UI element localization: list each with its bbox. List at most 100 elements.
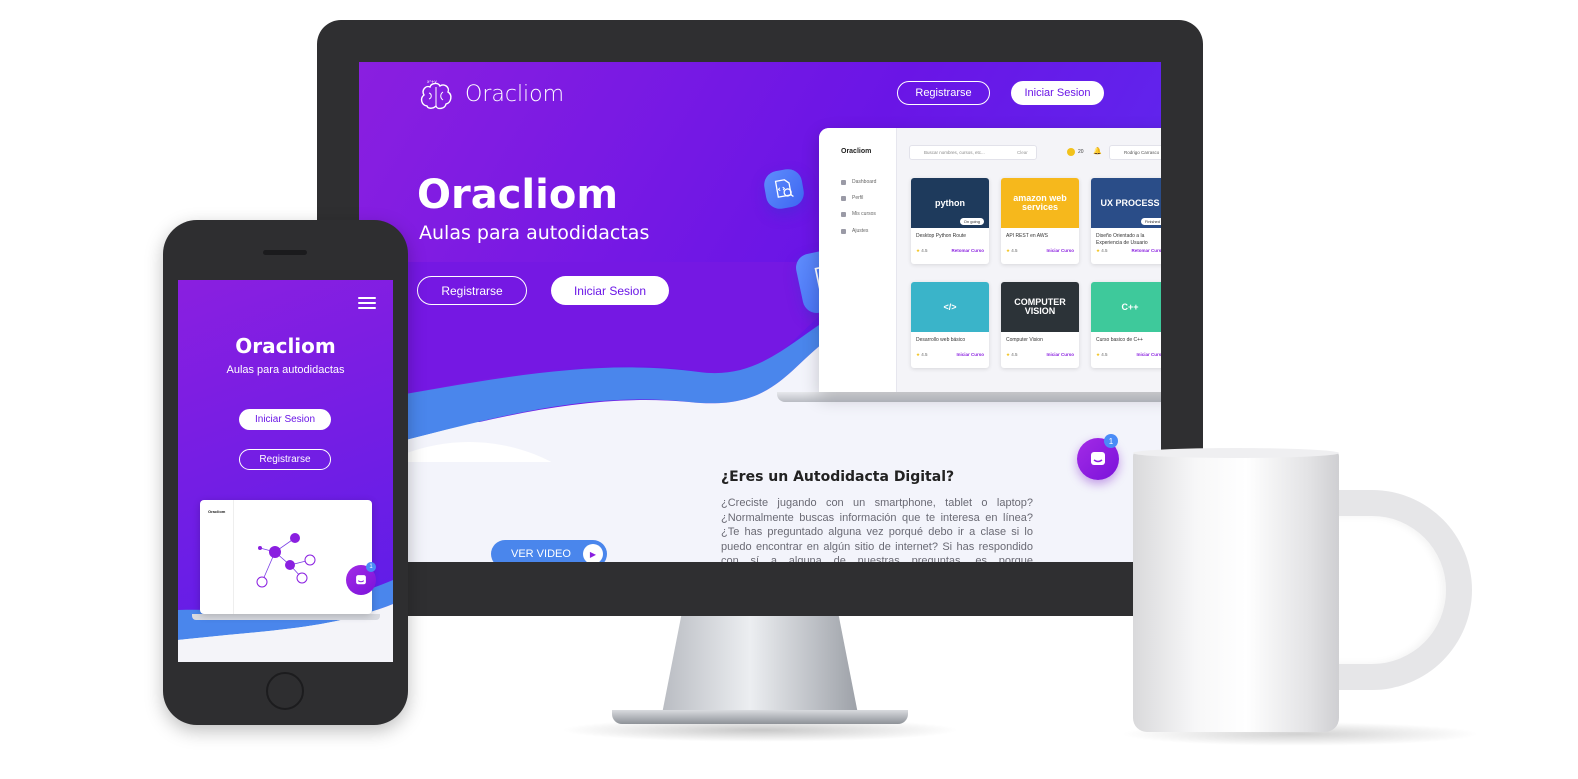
mug-body — [1133, 452, 1339, 732]
laptop-base — [777, 392, 1161, 402]
course-status-badge: On going — [959, 218, 984, 225]
hero-login-button[interactable]: Iniciar Sesion — [551, 276, 669, 305]
mobile-register-button[interactable]: Registrarse — [239, 449, 331, 470]
course-card[interactable]: C++ Curso basico de C++ ★ 4.5 Iniciar Curso — [1091, 282, 1161, 368]
mug-handle — [1318, 490, 1472, 690]
chat-icon — [1091, 452, 1105, 465]
sidebar-item-label: Perfil — [852, 195, 864, 201]
course-thumbnail: C++ — [1091, 282, 1161, 332]
course-action-link[interactable]: Iniciar Curso — [1046, 248, 1074, 254]
course-thumbnail: amazon web services — [1001, 178, 1079, 228]
phone-speaker — [263, 250, 307, 255]
hero-title: Oracliom — [417, 172, 619, 218]
course-action-link[interactable]: Retomar Curso — [1131, 248, 1161, 254]
course-rating: ★ 4.5 — [1006, 352, 1018, 358]
hamburger-menu-icon[interactable] — [358, 297, 376, 309]
desktop-screen: x²+y Oracliom Registrarse Iniciar Sesion… — [359, 62, 1161, 562]
course-footer: ★ 4.5 Retomar Curso — [911, 248, 989, 254]
course-rating: ★ 4.5 — [1096, 248, 1108, 254]
course-title: Desarrollo web básico — [916, 337, 966, 343]
svg-text:x²+y: x²+y — [427, 79, 437, 84]
course-rating-value: 4.5 — [921, 352, 928, 357]
course-title: Computer Vision — [1006, 337, 1043, 343]
monitor-frame: x²+y Oracliom Registrarse Iniciar Sesion… — [317, 20, 1203, 616]
app-preview-brand: Oracliom — [841, 148, 872, 155]
bell-icon[interactable]: 🔔 — [1093, 147, 1102, 155]
play-icon: ▶ — [583, 544, 603, 562]
video-button-label: VER VIDEO — [511, 548, 571, 560]
course-title: Curso basico de C++ — [1096, 337, 1143, 343]
course-card[interactable]: amazon web services API REST en AWS ★ 4.5 I… — [1001, 178, 1079, 264]
course-rating-value: 4.5 — [1011, 352, 1018, 357]
course-card[interactable]: COMPUTER VISION Computer Vision ★ 4.5 Inici… — [1001, 282, 1079, 368]
course-status-badge: Finished — [1140, 218, 1161, 225]
course-action-link[interactable]: Retomar Curso — [951, 248, 984, 254]
course-rating-value: 4.5 — [921, 248, 928, 253]
mobile-subtitle: Aulas para autodidactas — [226, 364, 345, 376]
video-button[interactable]: VER VIDEO ▶ — [491, 540, 607, 562]
course-thumbnail: </> — [911, 282, 989, 332]
brand-name: Oracliom — [465, 82, 565, 107]
course-action-link[interactable]: Iniciar Curso — [1136, 352, 1161, 358]
course-title: API REST en AWS — [1006, 233, 1048, 239]
course-action-link[interactable]: Iniciar Curso — [956, 352, 984, 358]
hero-register-button[interactable]: Registrarse — [417, 276, 527, 305]
course-footer: ★ 4.5 Iniciar Curso — [1001, 248, 1079, 254]
courses-icon — [841, 211, 846, 217]
brain-logo-icon: x²+y — [420, 79, 452, 110]
phone-frame: Oracliom Aulas para autodidactas Iniciar… — [163, 220, 408, 725]
app-preview-sidebar: Oracliom Dashboard Perfil Mis cursos Aju… — [819, 128, 897, 392]
monitor-stand-neck — [662, 614, 858, 714]
course-rating: ★ 4.5 — [916, 248, 928, 254]
course-rating-value: 4.5 — [1011, 248, 1018, 253]
nav-login-button[interactable]: Iniciar Sesion — [1011, 81, 1104, 105]
app-preview-user[interactable]: Rodrigo Carrasco — [1109, 145, 1161, 160]
coin-icon — [1067, 148, 1075, 156]
course-card[interactable]: python On going Desktop Python Route ★ 4.5 R… — [911, 178, 989, 264]
chat-icon — [356, 575, 366, 585]
course-rating-value: 4.5 — [1101, 248, 1108, 253]
course-footer: ★ 4.5 Retomar Curso — [1091, 248, 1161, 254]
mobile-chat-badge: 1 — [366, 562, 376, 572]
about-title: ¿Eres un Autodidacta Digital? — [721, 469, 955, 485]
mobile-login-button[interactable]: Iniciar Sesion — [239, 409, 331, 430]
course-footer: ★ 4.5 Iniciar Curso — [1091, 352, 1161, 358]
course-title: Diseño Orientado a la Experiencia de Usu… — [1096, 233, 1148, 246]
sidebar-item-perfil[interactable]: Perfil — [841, 195, 863, 201]
dashboard-icon — [841, 179, 846, 185]
mockup-stage: x²+y Oracliom Registrarse Iniciar Sesion… — [0, 0, 1578, 779]
monitor-stand-base — [612, 710, 908, 724]
course-card[interactable]: UX PROCESS Finished Diseño Orientado a la … — [1091, 178, 1161, 264]
chat-notification-badge: 1 — [1104, 434, 1118, 448]
coin-count: 20 — [1078, 149, 1084, 155]
mobile-laptop-base — [192, 614, 380, 620]
course-title: Desktop Python Route — [916, 233, 967, 239]
gear-icon — [841, 228, 846, 234]
about-text: ¿Creciste jugando con un smartphone, tab… — [721, 497, 1033, 562]
course-action-link[interactable]: Iniciar Curso — [1046, 352, 1074, 358]
sidebar-item-ajustes[interactable]: Ajustes — [841, 228, 868, 234]
sidebar-item-label: Mis cursos — [852, 211, 876, 217]
hero-subtitle: Aulas para autodidactas — [419, 222, 650, 244]
mobile-screen: Oracliom Aulas para autodidactas Iniciar… — [178, 280, 393, 662]
phone-home-button — [266, 672, 304, 710]
mobile-title: Oracliom — [235, 334, 336, 358]
app-preview-laptop: Oracliom Dashboard Perfil Mis cursos Aju… — [819, 128, 1161, 392]
course-rating: ★ 4.5 — [916, 352, 928, 358]
mobile-preview-sidebar: Oracliom — [200, 500, 234, 614]
course-card[interactable]: </> Desarrollo web básico ★ 4.5 Iniciar Cur… — [911, 282, 989, 368]
mobile-app-preview: Oracliom — [200, 500, 372, 614]
course-thumbnail: COMPUTER VISION — [1001, 282, 1079, 332]
mug-rim — [1133, 448, 1339, 458]
course-rating: ★ 4.5 — [1006, 248, 1018, 254]
course-rating-value: 4.5 — [1101, 352, 1108, 357]
user-icon — [841, 195, 846, 201]
app-preview-search-clear[interactable]: Clear — [1017, 150, 1028, 155]
sidebar-item-label: Dashboard — [852, 179, 877, 185]
course-footer: ★ 4.5 Iniciar Curso — [911, 352, 989, 358]
sidebar-item-dashboard[interactable]: Dashboard — [841, 179, 876, 185]
sidebar-item-mis-cursos[interactable]: Mis cursos — [841, 211, 876, 217]
course-rating: ★ 4.5 — [1096, 352, 1108, 358]
nav-register-button[interactable]: Registrarse — [897, 81, 990, 105]
course-footer: ★ 4.5 Iniciar Curso — [1001, 352, 1079, 358]
